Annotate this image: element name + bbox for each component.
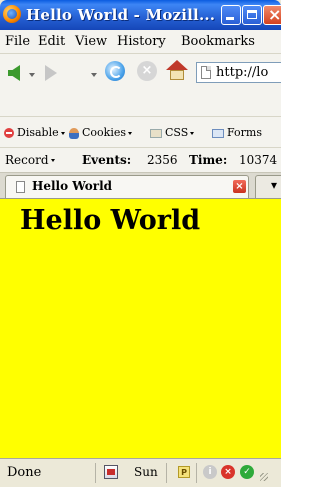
close-window-button[interactable]: ×: [263, 5, 281, 25]
menu-file[interactable]: File: [5, 34, 30, 49]
disable-label: Disable: [17, 126, 59, 139]
java-label: Sun: [134, 465, 158, 479]
tab-list-icon: ▾: [271, 178, 278, 192]
reload-icon[interactable]: [105, 61, 125, 81]
firefox-icon: [3, 5, 21, 23]
window-title: Hello World - Mozill...: [26, 6, 216, 24]
forward-arrow-icon[interactable]: [45, 65, 57, 81]
forward-history-dropdown-icon[interactable]: [91, 73, 97, 77]
back-history-dropdown-icon[interactable]: [29, 73, 35, 77]
menu-bar: File Edit View History Bookmarks: [0, 30, 281, 54]
web-developer-toolbar: Disable Cookies CSS Forms: [0, 117, 281, 148]
info-icon[interactable]: i: [203, 465, 217, 479]
check-icon[interactable]: ✓: [240, 465, 254, 479]
forms-label: Forms: [227, 126, 262, 139]
disable-icon: [4, 128, 14, 138]
time-value: 10374: [239, 153, 278, 167]
css-menu[interactable]: CSS: [150, 126, 195, 139]
home-wall: [170, 70, 184, 80]
chevron-down-icon: [50, 159, 55, 162]
browser-window: Hello World - Mozill... × File Edit View…: [0, 0, 281, 487]
record-label: Record: [5, 153, 49, 167]
events-label: Events:: [82, 153, 132, 167]
forms-icon: [212, 128, 224, 138]
record-toolbar: Record Events: 2356 Time: 10374: [0, 148, 281, 173]
maximize-button[interactable]: [242, 5, 262, 25]
status-bar: Done Sun P i × ✓: [0, 458, 281, 487]
status-divider: [95, 463, 96, 483]
url-input[interactable]: http://lo: [196, 62, 281, 83]
tab-hello-world[interactable]: Hello World ×: [5, 175, 249, 198]
tab-strip: Hello World × ▾: [0, 173, 281, 199]
record-menu[interactable]: Record: [5, 153, 55, 167]
css-icon: [150, 128, 162, 138]
menu-view[interactable]: View: [75, 34, 107, 49]
empty-toolbar: [0, 92, 281, 117]
css-label: CSS: [165, 126, 189, 139]
disable-menu[interactable]: Disable: [4, 126, 65, 139]
plugin-icon[interactable]: P: [178, 466, 190, 478]
forms-menu[interactable]: Forms: [212, 126, 262, 139]
status-divider: [196, 463, 197, 483]
menu-edit[interactable]: Edit: [38, 34, 65, 49]
page-heading: Hello World: [20, 205, 201, 236]
page-icon: [201, 66, 211, 79]
tab-close-icon[interactable]: ×: [233, 180, 246, 193]
back-arrow-icon[interactable]: [8, 65, 20, 81]
time-label: Time:: [189, 153, 228, 167]
chevron-down-icon: [128, 131, 132, 135]
title-bar[interactable]: Hello World - Mozill... ×: [0, 0, 281, 30]
java-console-icon[interactable]: [104, 465, 118, 479]
page-content: Hello World: [0, 199, 281, 458]
status-text: Done: [7, 465, 42, 480]
chevron-down-icon: [60, 131, 65, 135]
cookies-menu[interactable]: Cookies: [69, 126, 132, 139]
menu-history[interactable]: History: [117, 34, 166, 49]
home-icon[interactable]: [166, 60, 188, 82]
chevron-down-icon: [190, 131, 195, 135]
url-text: http://lo: [216, 65, 269, 80]
cookies-icon: [69, 127, 79, 139]
tab-label: Hello World: [32, 179, 113, 193]
home-roof: [166, 60, 188, 70]
close-icon: ×: [268, 5, 281, 24]
tab-list-button[interactable]: ▾: [255, 175, 281, 198]
page-icon: [16, 181, 25, 193]
navigation-toolbar: × http://lo: [0, 54, 281, 92]
stop-icon[interactable]: ×: [137, 61, 157, 81]
minimize-button[interactable]: [221, 5, 241, 25]
menu-bookmarks[interactable]: Bookmarks: [181, 34, 255, 49]
error-icon[interactable]: ×: [221, 465, 235, 479]
cookies-label: Cookies: [82, 126, 126, 139]
status-divider: [166, 463, 167, 483]
resize-grip-icon[interactable]: [260, 473, 268, 481]
events-value: 2356: [147, 153, 178, 167]
